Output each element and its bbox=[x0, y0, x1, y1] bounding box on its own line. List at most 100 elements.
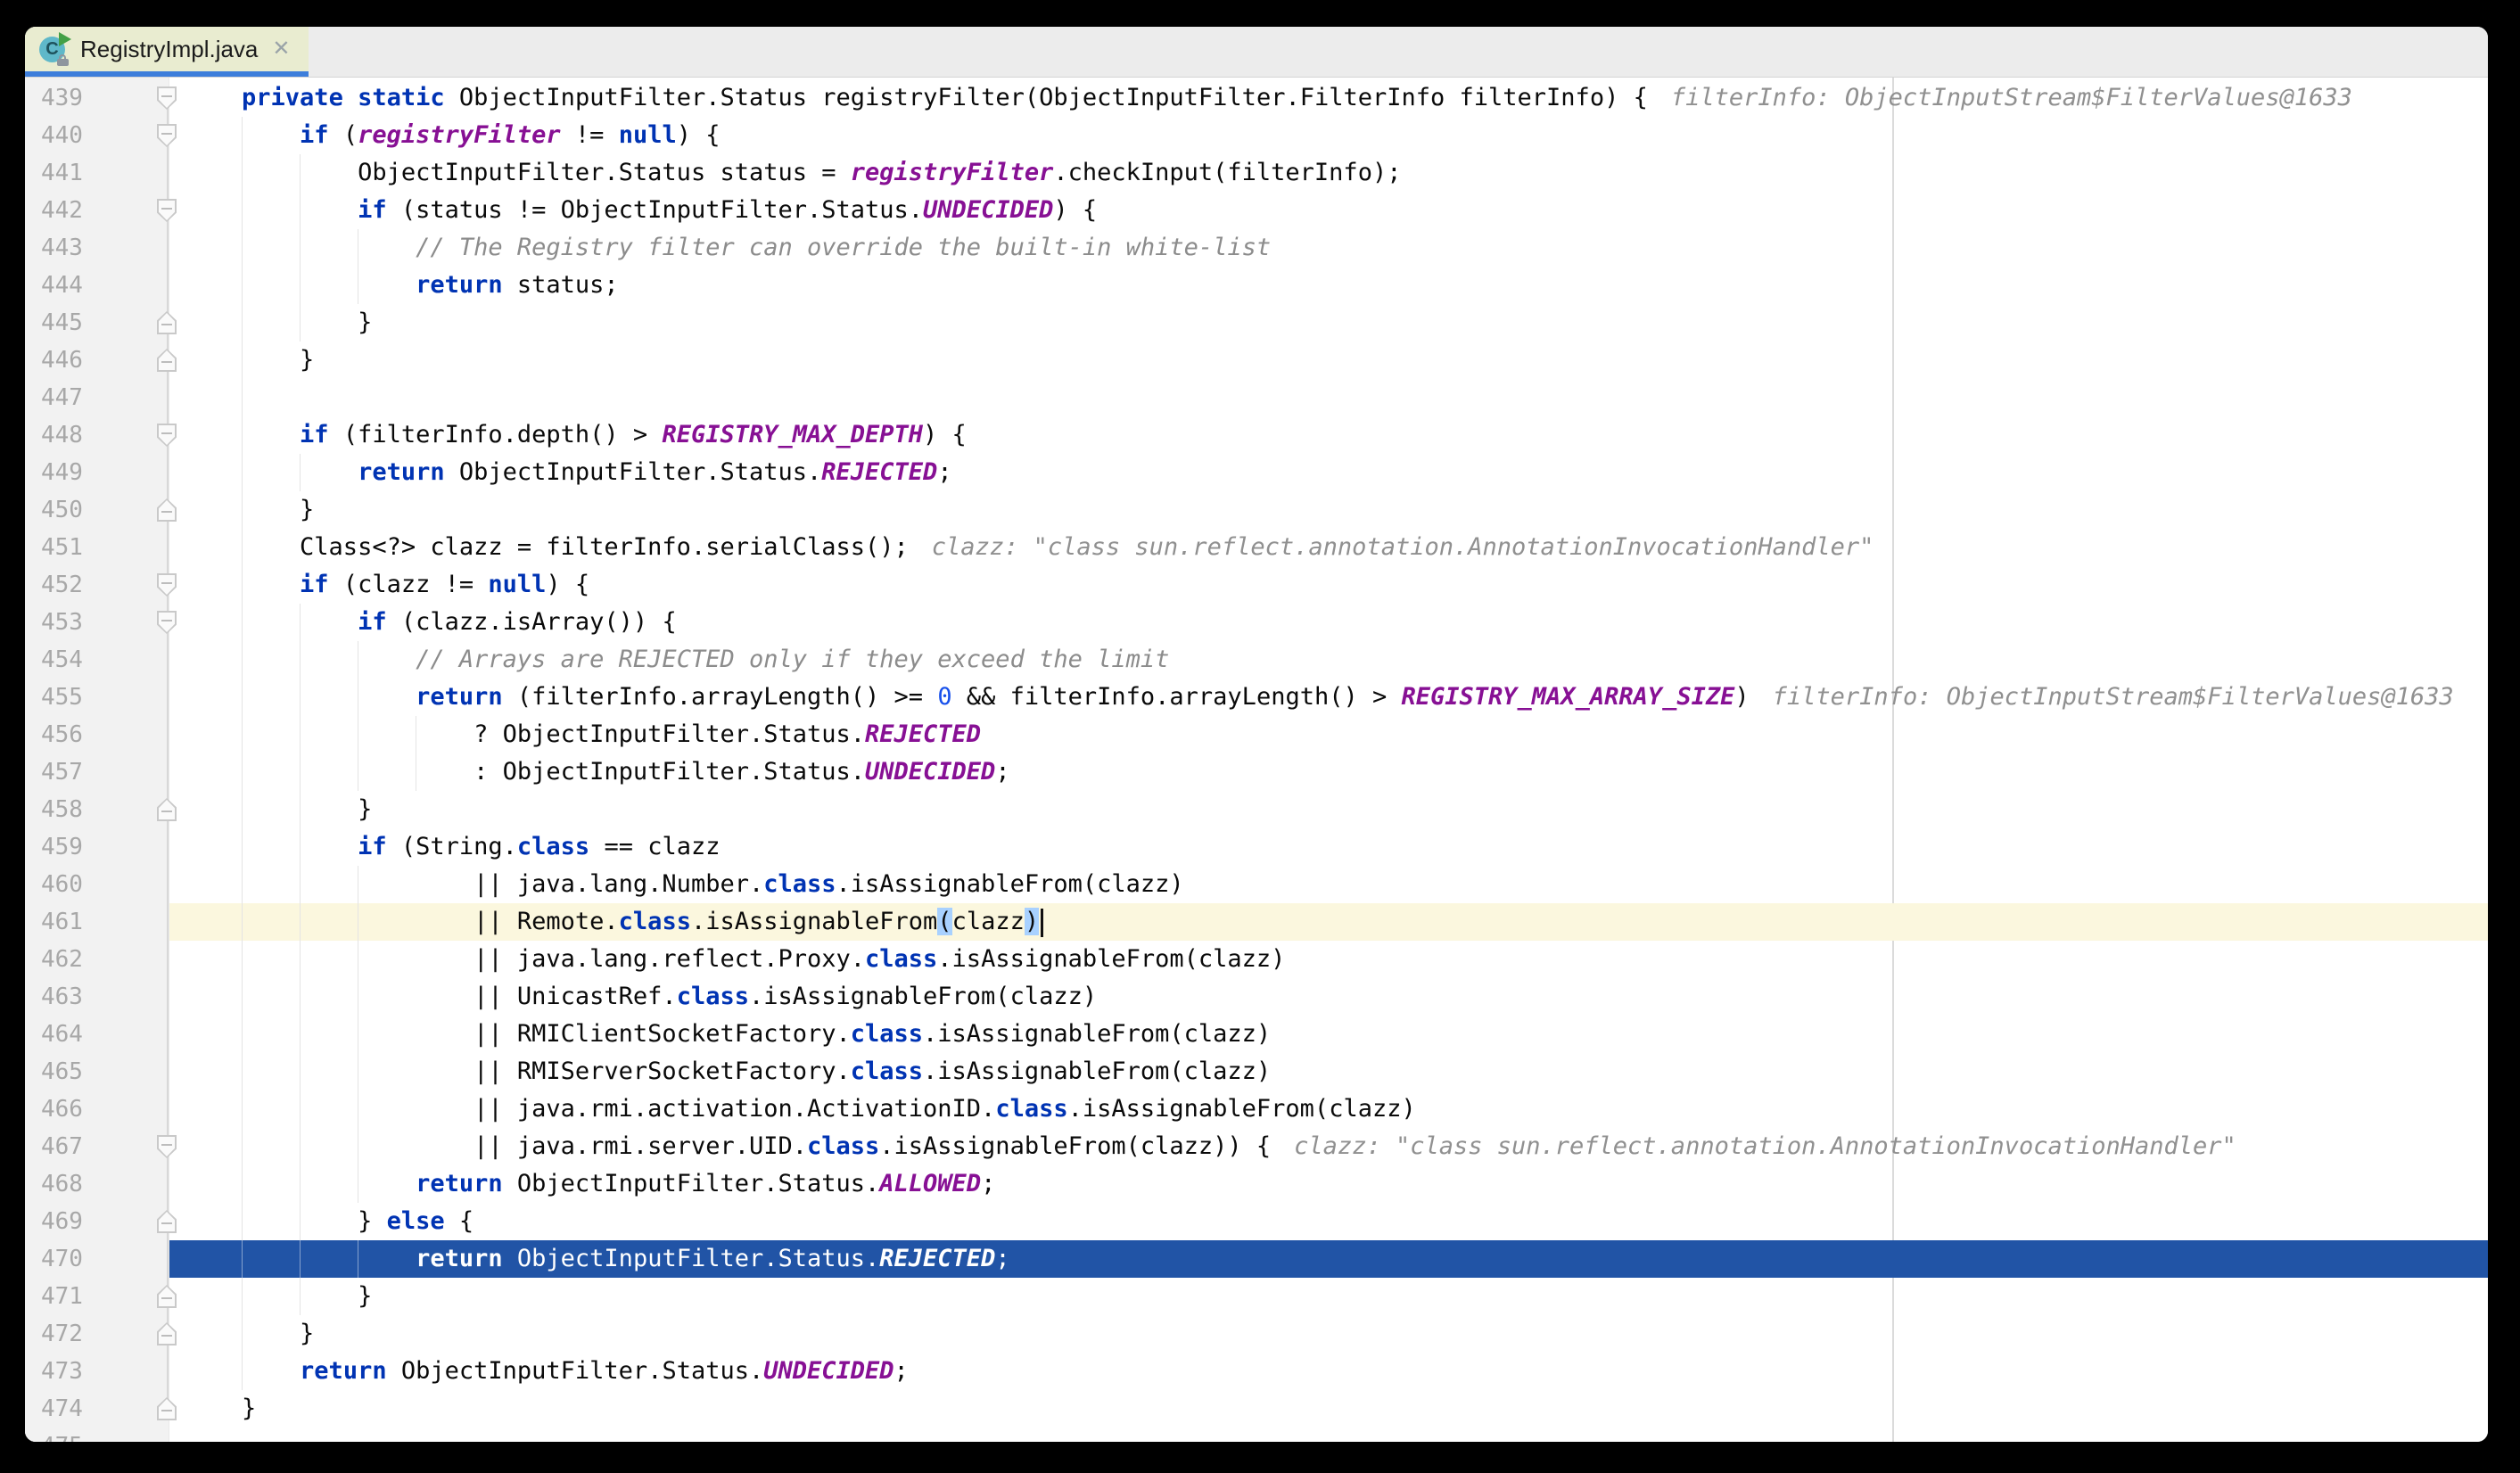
fold-marker[interactable] bbox=[157, 1135, 177, 1158]
code-line-449[interactable]: return ObjectInputFilter.Status.REJECTED… bbox=[169, 454, 2488, 491]
line-number: 439 bbox=[41, 79, 83, 117]
code-line-474[interactable]: } bbox=[169, 1390, 2488, 1428]
line-number: 467 bbox=[41, 1128, 83, 1165]
line-number: 453 bbox=[41, 604, 83, 641]
line-number: 471 bbox=[41, 1278, 83, 1315]
fold-marker[interactable] bbox=[157, 311, 177, 334]
code-line-443[interactable]: // The Registry filter can override the … bbox=[169, 229, 2488, 267]
line-number: 452 bbox=[41, 566, 83, 604]
code-line-470[interactable]: return ObjectInputFilter.Status.REJECTED… bbox=[169, 1240, 2488, 1278]
line-number: 475 bbox=[41, 1428, 83, 1442]
line-number: 462 bbox=[41, 941, 83, 978]
code-line-455[interactable]: return (filterInfo.arrayLength() >= 0 &&… bbox=[169, 679, 2488, 716]
code-line-457[interactable]: : ObjectInputFilter.Status.UNDECIDED; bbox=[169, 753, 2488, 791]
line-number: 470 bbox=[41, 1240, 83, 1278]
code-line-458[interactable]: } bbox=[169, 791, 2488, 828]
line-number: 444 bbox=[41, 267, 83, 304]
code-editor[interactable]: 4394404414424434444454464474484494504514… bbox=[25, 78, 2488, 1442]
code-line-473[interactable]: return ObjectInputFilter.Status.UNDECIDE… bbox=[169, 1353, 2488, 1390]
code-line-441[interactable]: ObjectInputFilter.Status status = regist… bbox=[169, 154, 2488, 192]
fold-marker[interactable] bbox=[157, 1322, 177, 1345]
readonly-lock-icon bbox=[57, 54, 70, 66]
line-number: 457 bbox=[41, 753, 83, 791]
line-number: 449 bbox=[41, 454, 83, 491]
fold-marker[interactable] bbox=[157, 1397, 177, 1420]
line-number: 440 bbox=[41, 117, 83, 154]
code-line-466[interactable]: || java.rmi.activation.ActivationID.clas… bbox=[169, 1090, 2488, 1128]
fold-marker[interactable] bbox=[157, 611, 177, 634]
code-line-440[interactable]: if (registryFilter != null) { bbox=[169, 117, 2488, 154]
line-number: 466 bbox=[41, 1090, 83, 1128]
fold-marker[interactable] bbox=[157, 424, 177, 447]
code-line-439[interactable]: private static ObjectInputFilter.Status … bbox=[169, 79, 2488, 117]
code-line-454[interactable]: // Arrays are REJECTED only if they exce… bbox=[169, 641, 2488, 679]
fold-marker[interactable] bbox=[157, 1210, 177, 1233]
code-line-452[interactable]: if (clazz != null) { bbox=[169, 566, 2488, 604]
editor-tab-bar: C RegistryImpl.java ✕ bbox=[25, 27, 2488, 78]
code-line-442[interactable]: if (status != ObjectInputFilter.Status.U… bbox=[169, 192, 2488, 229]
line-number: 442 bbox=[41, 192, 83, 229]
code-line-475[interactable] bbox=[169, 1428, 2488, 1442]
code-line-460[interactable]: || java.lang.Number.class.isAssignableFr… bbox=[169, 866, 2488, 903]
line-number: 472 bbox=[41, 1315, 83, 1353]
line-number: 441 bbox=[41, 154, 83, 192]
line-number: 455 bbox=[41, 679, 83, 716]
code-line-467[interactable]: || java.rmi.server.UID.class.isAssignabl… bbox=[169, 1128, 2488, 1165]
fold-marker[interactable] bbox=[157, 573, 177, 597]
code-line-453[interactable]: if (clazz.isArray()) { bbox=[169, 604, 2488, 641]
code-line-464[interactable]: || RMIClientSocketFactory.class.isAssign… bbox=[169, 1016, 2488, 1053]
code-line-459[interactable]: if (String.class == clazz bbox=[169, 828, 2488, 866]
tab-close-icon[interactable]: ✕ bbox=[272, 38, 290, 60]
debugger-inline-hint: clazz: "class sun.reflect.annotation.Ann… bbox=[1294, 1132, 2236, 1160]
code-area[interactable]: private static ObjectInputFilter.Status … bbox=[169, 78, 2488, 1442]
text-caret bbox=[1041, 909, 1043, 937]
line-number: 473 bbox=[41, 1353, 83, 1390]
active-tab-underline bbox=[25, 71, 309, 77]
fold-marker[interactable] bbox=[157, 498, 177, 522]
code-line-472[interactable]: } bbox=[169, 1315, 2488, 1353]
line-number: 451 bbox=[41, 529, 83, 566]
code-line-450[interactable]: } bbox=[169, 491, 2488, 529]
code-line-451[interactable]: Class<?> clazz = filterInfo.serialClass(… bbox=[169, 529, 2488, 566]
fold-marker[interactable] bbox=[157, 86, 177, 110]
runnable-overlay-icon bbox=[59, 32, 71, 46]
line-number: 464 bbox=[41, 1016, 83, 1053]
tab-title: RegistryImpl.java bbox=[80, 36, 258, 63]
line-number: 443 bbox=[41, 229, 83, 267]
code-line-465[interactable]: || RMIServerSocketFactory.class.isAssign… bbox=[169, 1053, 2488, 1090]
line-number: 454 bbox=[41, 641, 83, 679]
code-line-456[interactable]: ? ObjectInputFilter.Status.REJECTED bbox=[169, 716, 2488, 753]
ide-window: C RegistryImpl.java ✕ 439440441442443444… bbox=[25, 27, 2488, 1442]
indent-guide bbox=[242, 379, 243, 416]
code-line-444[interactable]: return status; bbox=[169, 267, 2488, 304]
fold-marker[interactable] bbox=[157, 124, 177, 147]
fold-marker[interactable] bbox=[157, 798, 177, 821]
tab-registryimpl-java[interactable]: C RegistryImpl.java ✕ bbox=[25, 27, 309, 77]
code-line-445[interactable]: } bbox=[169, 304, 2488, 342]
code-line-447[interactable] bbox=[169, 379, 2488, 416]
code-line-469[interactable]: } else { bbox=[169, 1203, 2488, 1240]
code-line-461[interactable]: || Remote.class.isAssignableFrom(clazz) bbox=[169, 903, 2488, 941]
line-number: 463 bbox=[41, 978, 83, 1016]
code-line-448[interactable]: if (filterInfo.depth() > REGISTRY_MAX_DE… bbox=[169, 416, 2488, 454]
fold-marker[interactable] bbox=[157, 199, 177, 222]
line-number: 448 bbox=[41, 416, 83, 454]
code-line-446[interactable]: } bbox=[169, 342, 2488, 379]
line-number: 456 bbox=[41, 716, 83, 753]
code-line-462[interactable]: || java.lang.reflect.Proxy.class.isAssig… bbox=[169, 941, 2488, 978]
fold-marker[interactable] bbox=[157, 349, 177, 372]
code-line-468[interactable]: return ObjectInputFilter.Status.ALLOWED; bbox=[169, 1165, 2488, 1203]
java-class-icon: C bbox=[39, 33, 71, 65]
line-number: 465 bbox=[41, 1053, 83, 1090]
fold-marker[interactable] bbox=[157, 1285, 177, 1308]
debugger-inline-hint: filterInfo: ObjectInputStream$FilterValu… bbox=[1773, 683, 2454, 711]
debugger-inline-hint: filterInfo: ObjectInputStream$FilterValu… bbox=[1671, 84, 2352, 111]
line-number: 474 bbox=[41, 1390, 83, 1428]
line-number: 458 bbox=[41, 791, 83, 828]
line-number: 468 bbox=[41, 1165, 83, 1203]
line-number: 460 bbox=[41, 866, 83, 903]
code-line-471[interactable]: } bbox=[169, 1278, 2488, 1315]
code-line-463[interactable]: || UnicastRef.class.isAssignableFrom(cla… bbox=[169, 978, 2488, 1016]
line-number: 447 bbox=[41, 379, 83, 416]
line-number: 445 bbox=[41, 304, 83, 342]
